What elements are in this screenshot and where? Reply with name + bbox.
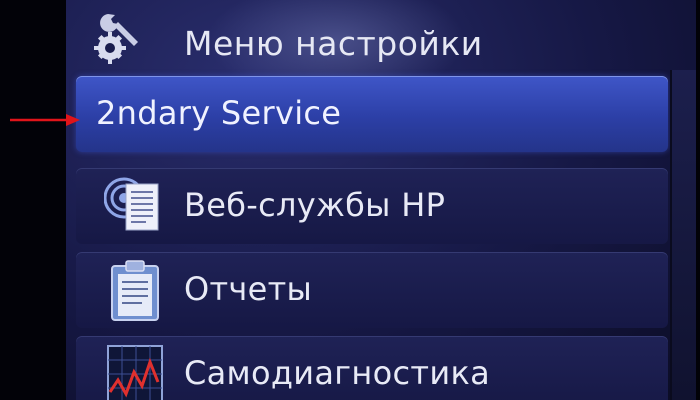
menu-item-label: Отчеты [184,270,313,308]
diagnostics-chart-icon [107,345,163,400]
red-arrow-annotation [10,114,80,126]
printer-display: Меню настройки 2ndary Service Веб-службы… [66,0,696,400]
wrench-gear-icon [94,14,138,64]
menu-item-self-diagnostics[interactable]: Самодиагностика [76,336,668,400]
menu-item-2ndary-service[interactable]: 2ndary Service [76,76,668,152]
menu-header: Меню настройки [88,4,668,74]
web-services-icon [104,177,159,231]
scroll-edge [670,70,696,400]
page-title: Меню настройки [184,24,483,63]
menu-item-hp-web-services[interactable]: Веб-службы HP [76,168,668,244]
menu-item-label: Веб-службы HP [184,186,446,224]
clipboard-report-icon [111,260,159,321]
menu-item-label: Самодиагностика [184,354,490,392]
menu-item-reports[interactable]: Отчеты [76,252,668,328]
menu-item-label: 2ndary Service [96,94,342,132]
